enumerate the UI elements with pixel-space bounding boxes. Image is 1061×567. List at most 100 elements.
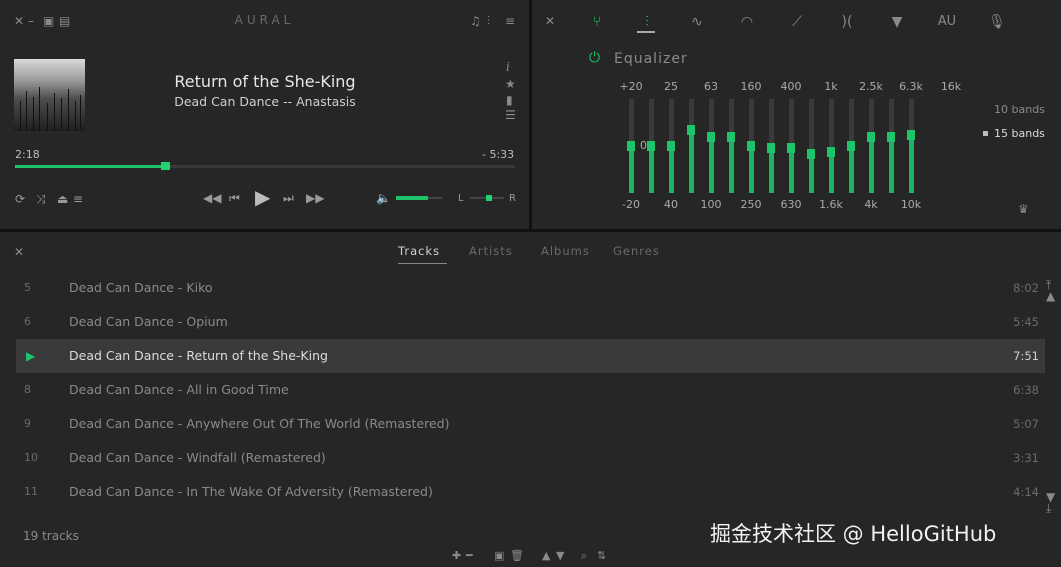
eq-band-handle[interactable] [747,141,755,151]
stereo-icon[interactable]: )( [835,12,859,32]
play-button[interactable]: ▶ [255,186,270,208]
save-icon[interactable]: ▣ [494,549,504,562]
trash-icon[interactable]: 🗑 [510,549,524,562]
eq-bottom-label: 250 [740,198,762,211]
bookmark-icon[interactable]: ▮ [506,94,513,106]
eq-band-handle[interactable] [867,131,875,142]
close-icon[interactable]: ✕ [14,246,24,258]
eq-band-handle[interactable] [707,131,715,142]
track-duration: 3:31 [1013,451,1039,465]
move-up-icon[interactable]: ▲ [542,549,550,562]
eq-band-fill [828,151,834,193]
previous-track-icon[interactable]: ⏮ [229,191,240,205]
pulse-icon[interactable]: ∿ [685,12,709,32]
active-tab-indicator [398,263,447,264]
remove-icon[interactable]: ━ [466,549,473,562]
reverb-icon[interactable]: ⟋ [785,12,809,32]
table-row[interactable]: 9 Dead Can Dance - Anywhere Out Of The Wo… [16,407,1045,441]
eq-band-handle[interactable] [807,148,815,159]
rewind-icon[interactable]: ◀◀ [203,191,221,205]
eq-band-fill [768,147,774,193]
filter-icon[interactable]: ▼ [885,12,909,32]
player-panel: ✕ – ▣ ▤ AURAL ♫ ⫶ ≡ Return of the She-Ki… [0,0,529,229]
eq-band-fill [668,146,674,193]
volume-icon[interactable]: 🔈 [376,191,391,205]
add-icon[interactable]: ✚ [452,549,461,562]
table-row[interactable]: 8 Dead Can Dance - All in Good Time 6:38 [16,373,1045,407]
app-title: AURAL [234,13,295,27]
eq-band-handle[interactable] [767,142,775,153]
eq-band-handle[interactable] [687,125,695,136]
eq-top-label: +20 [619,80,643,93]
eq-band-fill [788,147,794,193]
search-icon[interactable]: ⌕ [581,549,587,563]
sort-icon[interactable]: ⇅ [597,549,606,562]
balance-left-label: L [458,193,464,204]
track-duration: 5:45 [1013,315,1039,329]
eq-band-handle[interactable] [907,129,915,140]
table-row[interactable]: 5 Dead Can Dance - Kiko 8:02 [16,271,1045,305]
table-row[interactable]: 11 Dead Can Dance - In The Wake Of Advers… [16,475,1045,509]
fast-forward-icon[interactable]: ▶▶ [306,191,324,205]
routing-icon[interactable]: ⑂ [585,12,609,32]
au-plugin-tab[interactable]: AU [933,12,961,32]
lyrics-icon[interactable]: ☰ [505,109,516,121]
time-remaining: - 5:33 [482,148,515,161]
close-icon[interactable]: ✕ [545,15,555,27]
repeat-icon[interactable]: ⟳ [15,192,25,206]
eq-band-handle[interactable] [787,142,795,153]
tab-artists[interactable]: Artists [469,244,513,258]
table-row[interactable]: 6 Dead Can Dance - Opium 5:45 [16,305,1045,339]
progress-fill [15,165,165,168]
track-count: 19 tracks [23,529,79,543]
track-number: 5 [24,281,31,294]
eq-band-handle[interactable] [887,131,895,142]
table-row[interactable]: ▶ Dead Can Dance - Return of the She-King… [16,339,1045,373]
preset-icon[interactable]: ♛ [1018,203,1029,215]
scroll-bottom-icon[interactable]: ⤓ [1046,502,1051,514]
playlist-music-icon[interactable]: ♫ [470,15,481,27]
tab-albums[interactable]: Albums [541,244,590,258]
info-icon[interactable]: i [506,61,510,73]
eq-band-fill [628,146,634,193]
progress-handle[interactable] [161,162,170,170]
equalizer-icon[interactable]: ⫶ [635,12,659,32]
next-track-icon[interactable]: ⏭ [283,191,294,205]
playlist-loop-icon[interactable]: ≡ [73,192,83,206]
eq-top-label: 16k [940,80,962,93]
eq-bottom-label: 1.6k [819,198,843,211]
band-option-15[interactable]: 15 bands [994,127,1045,140]
eq-band-fill [848,146,854,193]
eq-band-handle[interactable] [627,141,635,151]
stop-after-icon[interactable]: ⏏ [57,192,68,206]
eq-bottom-label: 4k [864,198,878,211]
power-icon[interactable]: ⏻ [589,50,600,66]
tab-genres[interactable]: Genres [613,244,660,258]
move-down-icon[interactable]: ▼ [556,549,564,562]
eq-band-handle[interactable] [647,141,655,151]
scroll-up-icon[interactable]: ▲ [1046,290,1055,302]
eq-bottom-label: -20 [622,198,640,211]
shuffle-icon[interactable]: ⤨ [36,192,46,206]
track-number: 8 [24,383,31,396]
tab-tracks[interactable]: Tracks [398,244,440,258]
balance-handle[interactable] [485,195,492,201]
speedometer-icon[interactable]: ◠ [735,12,759,32]
eq-band-handle[interactable] [727,131,735,142]
track-duration: 8:02 [1013,281,1039,295]
eq-band-handle[interactable] [847,141,855,151]
equalizer-toggle-icon[interactable]: ⫶ [487,15,490,27]
star-icon[interactable]: ★ [505,78,516,90]
menu-icon[interactable]: ≡ [505,15,515,27]
eq-band-handle[interactable] [827,146,835,157]
track-number: 11 [24,485,38,498]
table-row[interactable]: 10 Dead Can Dance - Windfall (Remastered)… [16,441,1045,475]
eq-bottom-label: 40 [664,198,678,211]
track-duration: 5:07 [1013,417,1039,431]
eq-top-label: 25 [664,80,678,93]
microphone-icon[interactable]: 🎙 [985,12,1009,32]
track-name: Dead Can Dance - Anywhere Out Of The Wor… [69,416,450,431]
eq-band-handle[interactable] [667,141,675,151]
eq-band-fill [688,130,694,193]
band-option-10[interactable]: 10 bands [994,103,1045,116]
